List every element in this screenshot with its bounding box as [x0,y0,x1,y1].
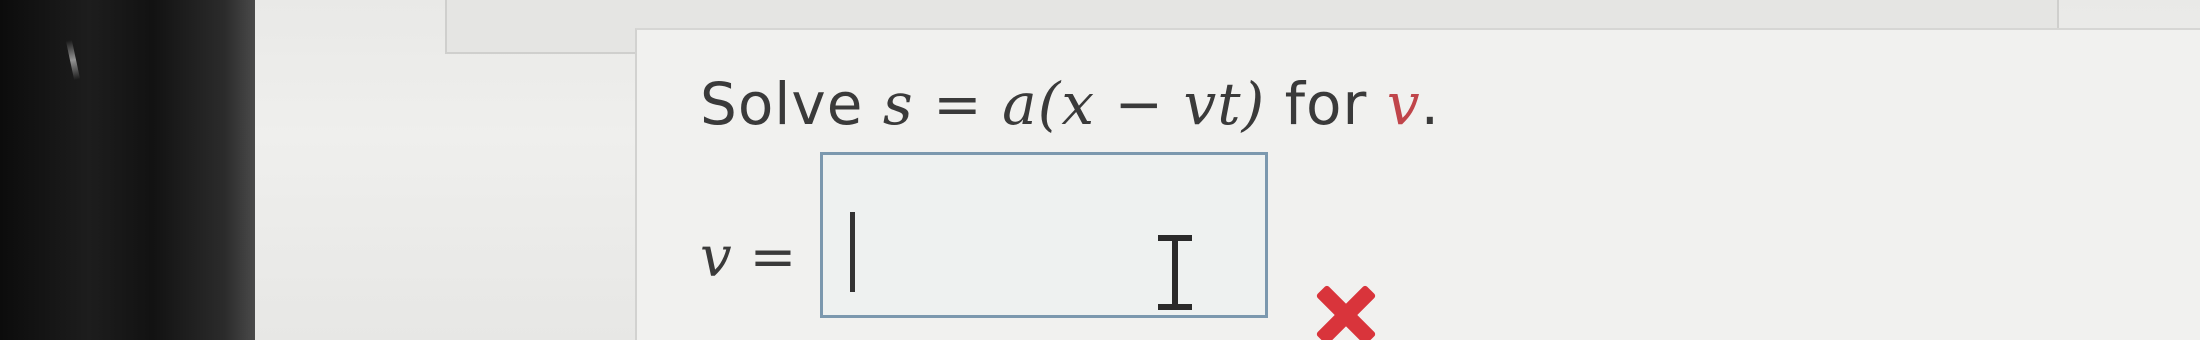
text-caret [850,212,855,292]
answer-label: v = [700,225,796,290]
text-cursor-icon [1155,235,1195,310]
question-prefix: Solve [700,70,883,138]
screenshot-stage: Solve s = a(x − vt) for v. v = [0,0,2200,340]
question-equation: s = a(x − vt) [882,70,1266,138]
answer-label-variable: v [700,225,732,290]
monitor-bezel [0,0,255,340]
answer-label-equals: = [731,225,797,290]
question-suffix: . [1420,70,1441,138]
question-connector: for [1265,70,1387,138]
question-text: Solve s = a(x − vt) for v. [700,70,1440,138]
question-target-variable: v [1386,70,1421,138]
answer-input[interactable] [820,152,1268,318]
wrong-x-icon [1310,280,1380,340]
bezel-reflection [65,39,81,81]
